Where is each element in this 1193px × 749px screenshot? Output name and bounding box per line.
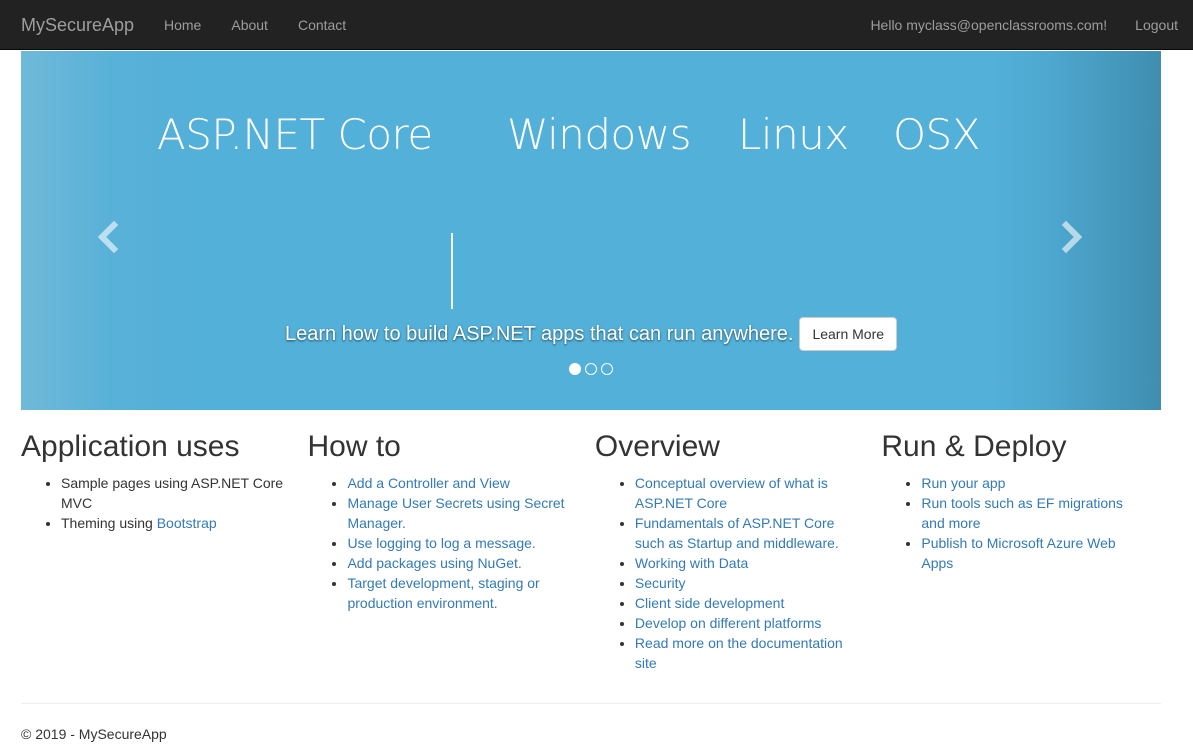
carousel-prev-button[interactable]: [89, 217, 129, 257]
caption-text: Learn how to build ASP.NET apps that can…: [284, 323, 794, 345]
chevron-right-icon: [1061, 220, 1083, 254]
list-item: Conceptual overview of what is ASP.NET C…: [635, 473, 866, 513]
list-link[interactable]: Manage User Secrets using Secret Manager…: [347, 495, 564, 531]
carousel-next-button[interactable]: [1051, 217, 1091, 257]
list-item: Add a Controller and View: [347, 473, 579, 493]
list-link[interactable]: Target development, staging or productio…: [347, 575, 539, 611]
column-title: How to: [307, 430, 401, 463]
indicator-slide-3[interactable]: [601, 363, 613, 375]
list-item: Manage User Secrets using Secret Manager…: [347, 493, 579, 533]
chevron-left-icon: [97, 220, 119, 254]
list-item: Target development, staging or productio…: [347, 573, 579, 613]
list-link[interactable]: Fundamentals of ASP.NET Core such as Sta…: [635, 515, 839, 551]
list-item: Run tools such as EF migrations and more: [921, 493, 1146, 533]
list-item-text: Theming using: [61, 515, 157, 531]
column-run-deploy: Run & Deploy Run your app Run tools such…: [881, 420, 1161, 673]
indicator-slide-2[interactable]: [585, 363, 597, 375]
user-greeting-link[interactable]: Hello myclass@openclassrooms.com!: [855, 0, 1120, 50]
list-link[interactable]: Develop on different platforms: [635, 615, 822, 631]
list-link[interactable]: Publish to Microsoft Azure Web Apps: [921, 535, 1115, 571]
list-item: Use logging to log a message.: [347, 533, 579, 553]
top-navbar: MySecureApp Home About Contact Hello myc…: [0, 0, 1193, 50]
column-list: Sample pages using ASP.NET Core MVC Them…: [21, 473, 292, 533]
list-link[interactable]: Add a Controller and View: [347, 475, 509, 491]
user-nav: Hello myclass@openclassrooms.com! Logout: [855, 0, 1193, 50]
list-item: Develop on different platforms: [635, 613, 866, 633]
column-list: Run your app Run tools such as EF migrat…: [881, 473, 1146, 573]
column-title: Run & Deploy: [881, 430, 1067, 463]
list-item: Publish to Microsoft Azure Web Apps: [921, 533, 1146, 573]
learn-more-button[interactable]: Learn More: [799, 317, 898, 351]
nav-about[interactable]: About: [216, 0, 283, 50]
hero-windows: Windows: [507, 110, 691, 159]
column-title: Application uses: [21, 430, 240, 463]
list-item: Working with Data: [635, 553, 866, 573]
info-columns: Application uses Sample pages using ASP.…: [21, 420, 1161, 673]
nav-home[interactable]: Home: [149, 0, 216, 50]
footer-copyright: © 2019 - MySecureApp: [21, 726, 167, 742]
nav-contact[interactable]: Contact: [283, 0, 361, 50]
column-list: Conceptual overview of what is ASP.NET C…: [595, 473, 866, 673]
hero-asp-net-core: ASP.NET Core: [157, 110, 433, 159]
hero-banner: ASP.NET Core Windows Linux OSX: [21, 114, 1161, 309]
column-application-uses: Application uses Sample pages using ASP.…: [21, 420, 307, 673]
list-link[interactable]: Client side development: [635, 595, 784, 611]
list-item: Sample pages using ASP.NET Core MVC: [61, 473, 292, 513]
carousel-caption: Learn how to build ASP.NET apps that can…: [21, 317, 1161, 351]
list-link[interactable]: Conceptual overview of what is ASP.NET C…: [635, 475, 828, 511]
list-link[interactable]: Read more on the documentation site: [635, 635, 843, 671]
hero-osx: OSX: [893, 110, 981, 159]
list-link[interactable]: Working with Data: [635, 555, 748, 571]
hero-linux: Linux: [738, 110, 849, 159]
list-item: Client side development: [635, 593, 866, 613]
column-list: Add a Controller and View Manage User Se…: [307, 473, 579, 613]
brand-link[interactable]: MySecureApp: [21, 14, 134, 36]
list-item: Fundamentals of ASP.NET Core such as Sta…: [635, 513, 866, 553]
carousel-indicators: [21, 363, 1161, 375]
list-link[interactable]: Security: [635, 575, 686, 591]
list-link[interactable]: Add packages using NuGet.: [347, 555, 521, 571]
footer-divider: [21, 703, 1161, 704]
list-item: Security: [635, 573, 866, 593]
bootstrap-link[interactable]: Bootstrap: [157, 515, 217, 531]
list-link[interactable]: Run your app: [921, 475, 1005, 491]
column-how-to: How to Add a Controller and View Manage …: [307, 420, 594, 673]
list-item: Read more on the documentation site: [635, 633, 866, 673]
main-nav: Home About Contact: [149, 0, 361, 50]
indicator-slide-1[interactable]: [569, 363, 581, 375]
list-link[interactable]: Run tools such as EF migrations and more: [921, 495, 1123, 531]
logout-button[interactable]: Logout: [1120, 0, 1193, 50]
list-item: Theming using Bootstrap: [61, 513, 292, 533]
list-item: Add packages using NuGet.: [347, 553, 579, 573]
column-overview: Overview Conceptual overview of what is …: [595, 420, 881, 673]
list-link[interactable]: Use logging to log a message.: [347, 535, 535, 551]
list-item: Run your app: [921, 473, 1146, 493]
hero-separator: [451, 233, 453, 309]
hero-carousel: ASP.NET Core Windows Linux OSX Learn how…: [21, 51, 1161, 410]
column-title: Overview: [594, 430, 720, 463]
